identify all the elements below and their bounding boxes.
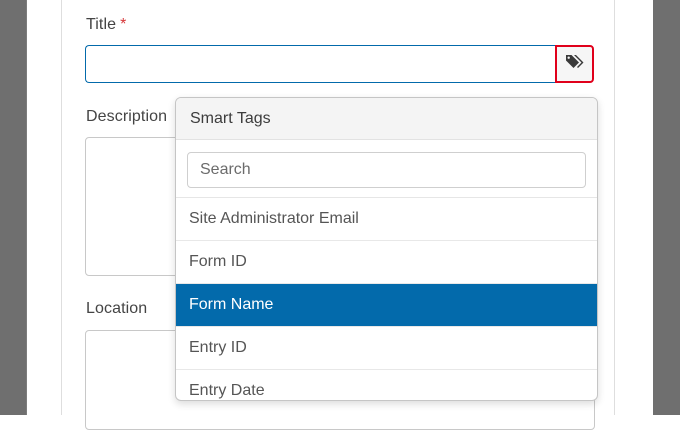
smart-tags-button[interactable] xyxy=(555,45,594,83)
panel-divider-left xyxy=(61,0,62,415)
smart-tags-search-wrap xyxy=(176,140,597,198)
smart-tag-item[interactable]: Entry Date xyxy=(176,370,597,400)
smart-tag-item[interactable]: Entry ID xyxy=(176,327,597,370)
required-marker: * xyxy=(120,16,127,33)
title-label-text: Title xyxy=(86,16,117,33)
title-input[interactable] xyxy=(85,45,555,83)
smart-tags-header: Smart Tags xyxy=(176,98,597,140)
panel-divider-right xyxy=(614,0,615,415)
smart-tags-dropdown: Smart Tags Site Administrator Email Form… xyxy=(175,97,598,401)
page: Title * Description Location Smart Tags S… xyxy=(0,0,680,430)
modal-backdrop-left xyxy=(0,0,27,415)
modal-backdrop-right xyxy=(653,0,680,415)
location-label: Location xyxy=(86,300,148,317)
description-label: Description xyxy=(86,108,168,125)
smart-tags-search-input[interactable] xyxy=(187,152,586,188)
smart-tag-item-selected[interactable]: Form Name xyxy=(176,284,597,327)
smart-tag-item[interactable]: Form ID xyxy=(176,241,597,284)
title-label: Title * xyxy=(86,16,126,34)
tag-icon xyxy=(565,54,585,75)
smart-tag-item[interactable]: Site Administrator Email xyxy=(176,198,597,241)
